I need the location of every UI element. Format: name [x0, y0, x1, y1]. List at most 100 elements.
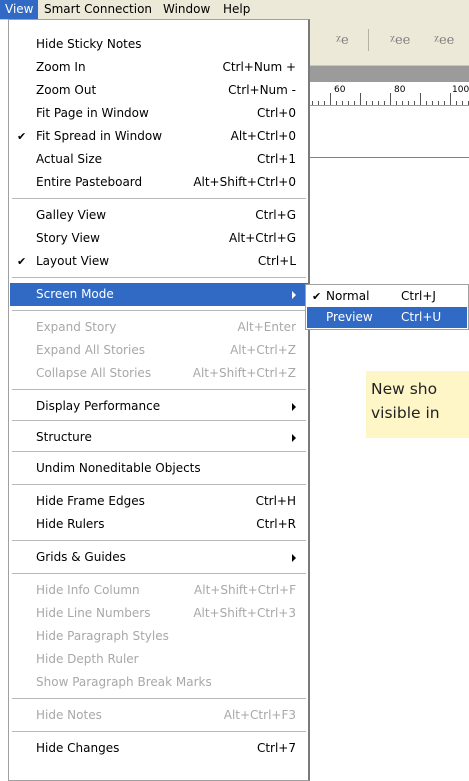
view-menu-item[interactable]: Grids & Guides	[10, 546, 308, 569]
view-menu-item[interactable]: Zoom Out Ctrl+Num -	[10, 79, 308, 102]
view-menu-item[interactable]: Hide Frame Edges Ctrl+H	[10, 490, 308, 513]
menu-item-label: Actual Size	[36, 152, 103, 166]
ruler-tick	[396, 101, 397, 105]
menu-item-shortcut: Ctrl+H	[255, 494, 296, 508]
view-menu-item[interactable]: Hide Changes Ctrl+7	[10, 737, 308, 760]
callout-note: New sho visible in	[366, 371, 469, 438]
menu-item-shortcut: Alt+Shift+Ctrl+0	[193, 175, 296, 189]
menu-item-shortcut: Alt+Shift+Ctrl+3	[193, 606, 296, 620]
view-menu-item[interactable]: ✔ Fit Spread in Window Alt+Ctrl+0	[10, 125, 308, 148]
menu-separator	[12, 451, 306, 452]
menu-item-shortcut: Alt+Ctrl+F3	[223, 708, 296, 722]
menu-item-label: Hide Sticky Notes	[36, 37, 142, 51]
screen-mode-item[interactable]: ✔ Normal Ctrl+J	[307, 286, 467, 307]
ruler-tick	[450, 93, 451, 105]
view-menu-item[interactable]: Zoom In Ctrl+Num +	[10, 56, 308, 79]
menu-item-label: Hide Line Numbers	[36, 606, 151, 620]
toolbar-separator	[368, 29, 369, 51]
ruler-tick	[366, 101, 367, 105]
menu-item-shortcut: Alt+Ctrl+0	[230, 129, 296, 143]
note-line: New sho	[371, 380, 438, 398]
document-canvas[interactable]	[310, 106, 469, 781]
view-menu-item[interactable]: Undim Noneditable Objects	[10, 457, 308, 480]
menu-separator	[12, 573, 306, 574]
menu-separator	[12, 540, 306, 541]
ruler-tick	[444, 101, 445, 105]
menu-item-label: Fit Spread in Window	[36, 129, 163, 143]
menu-item-label: Hide Changes	[36, 741, 120, 755]
menu-item-label: Display Performance	[36, 399, 161, 413]
ruler-tick	[318, 101, 319, 105]
view-menu-item[interactable]: Fit Page in Window Ctrl+0	[10, 102, 308, 125]
menu-item-shortcut: Ctrl+Num -	[228, 83, 296, 97]
text-tool-icon[interactable]: ᵡee	[390, 33, 410, 48]
ruler-tick	[342, 101, 343, 105]
menubar-window[interactable]: Window	[158, 0, 215, 19]
ruler-tick	[372, 101, 373, 105]
note-line: visible in	[371, 404, 440, 422]
menu-item-label: Grids & Guides	[36, 550, 126, 564]
menu-item-label: Hide Info Column	[36, 583, 140, 597]
menu-item-label: Galley View	[36, 208, 107, 222]
ruler-tick	[330, 93, 331, 105]
ruler-label: 60	[334, 85, 346, 95]
menu-separator	[12, 698, 306, 699]
view-menu-item[interactable]: Hide Rulers Ctrl+R	[10, 513, 308, 536]
ruler-tick	[426, 101, 427, 105]
view-menu: Hide Sticky Notes Zoom In Ctrl+Num + Zoom O…	[8, 19, 310, 781]
submenu-arrow-icon	[292, 291, 296, 299]
menubar-smart-connection[interactable]: Smart Connection	[39, 0, 157, 19]
ruler-tick	[384, 101, 385, 105]
menu-item-shortcut: Ctrl+L	[257, 254, 296, 268]
menu-separator	[12, 420, 306, 421]
ruler-tick	[354, 101, 355, 105]
check-icon: ✔	[312, 290, 322, 303]
menu-bar: View Smart Connection Window Help	[0, 0, 469, 20]
view-menu-item[interactable]: Hide Sticky Notes	[10, 33, 308, 56]
ruler-tick	[312, 101, 313, 105]
view-menu-item[interactable]: ✔ Layout View Ctrl+L	[10, 250, 308, 273]
menubar-view[interactable]: View	[0, 0, 39, 19]
menu-item-label: Collapse All Stories	[36, 366, 152, 380]
menu-item-label: Structure	[36, 430, 92, 444]
menu-item-label: Zoom In	[36, 60, 86, 74]
view-menu-item[interactable]: Story View Alt+Ctrl+G	[10, 227, 308, 250]
ruler-tick	[402, 101, 403, 105]
view-menu-item: Hide Line Numbers Alt+Shift+Ctrl+3	[10, 602, 308, 625]
menu-separator	[12, 484, 306, 485]
menu-item-shortcut: Alt+Shift+Ctrl+Z	[192, 366, 296, 380]
view-menu-item[interactable]: Display Performance	[10, 395, 308, 418]
menu-item-label: Fit Page in Window	[36, 106, 149, 120]
text-tool-icon[interactable]: ᵡe	[336, 33, 349, 48]
menu-item-label: Expand All Stories	[36, 343, 145, 357]
menu-item-label: Undim Noneditable Objects	[36, 461, 201, 475]
menu-item-shortcut: Ctrl+Num +	[222, 60, 296, 74]
menu-item-shortcut: Ctrl+G	[255, 208, 296, 222]
view-menu-item[interactable]: Actual Size Ctrl+1	[10, 148, 308, 171]
screen-mode-item[interactable]: Preview Ctrl+U	[307, 307, 467, 328]
view-menu-item: Show Paragraph Break Marks	[10, 671, 308, 694]
document-tab-strip	[310, 66, 469, 82]
menu-item-label: Screen Mode	[36, 287, 114, 301]
view-menu-item: Collapse All Stories Alt+Shift+Ctrl+Z	[10, 362, 308, 385]
view-menu-item[interactable]: Structure	[10, 426, 308, 449]
menu-item-label: Story View	[36, 231, 100, 245]
horizontal-ruler[interactable]: 60 80 100	[310, 82, 469, 106]
menu-item-shortcut: Alt+Ctrl+G	[228, 231, 296, 245]
view-menu-item[interactable]: Entire Pasteboard Alt+Shift+Ctrl+0	[10, 171, 308, 194]
menu-item-label: Zoom Out	[36, 83, 97, 97]
submenu-item-shortcut: Ctrl+U	[401, 310, 442, 324]
ruler-tick	[324, 101, 325, 105]
view-menu-item[interactable]: Screen Mode	[10, 283, 308, 306]
submenu-arrow-icon	[292, 434, 296, 442]
menu-item-label: Entire Pasteboard	[36, 175, 143, 189]
ruler-tick	[408, 101, 409, 105]
view-menu-item[interactable]: Galley View Ctrl+G	[10, 204, 308, 227]
menu-separator	[12, 310, 306, 311]
menu-item-label: Hide Depth Ruler	[36, 652, 139, 666]
menu-item-label: Expand Story	[36, 320, 117, 334]
menubar-help[interactable]: Help	[218, 0, 255, 19]
text-tool-icon[interactable]: ᵡee	[434, 33, 454, 48]
menu-separator	[12, 198, 306, 199]
submenu-arrow-icon	[292, 403, 296, 411]
